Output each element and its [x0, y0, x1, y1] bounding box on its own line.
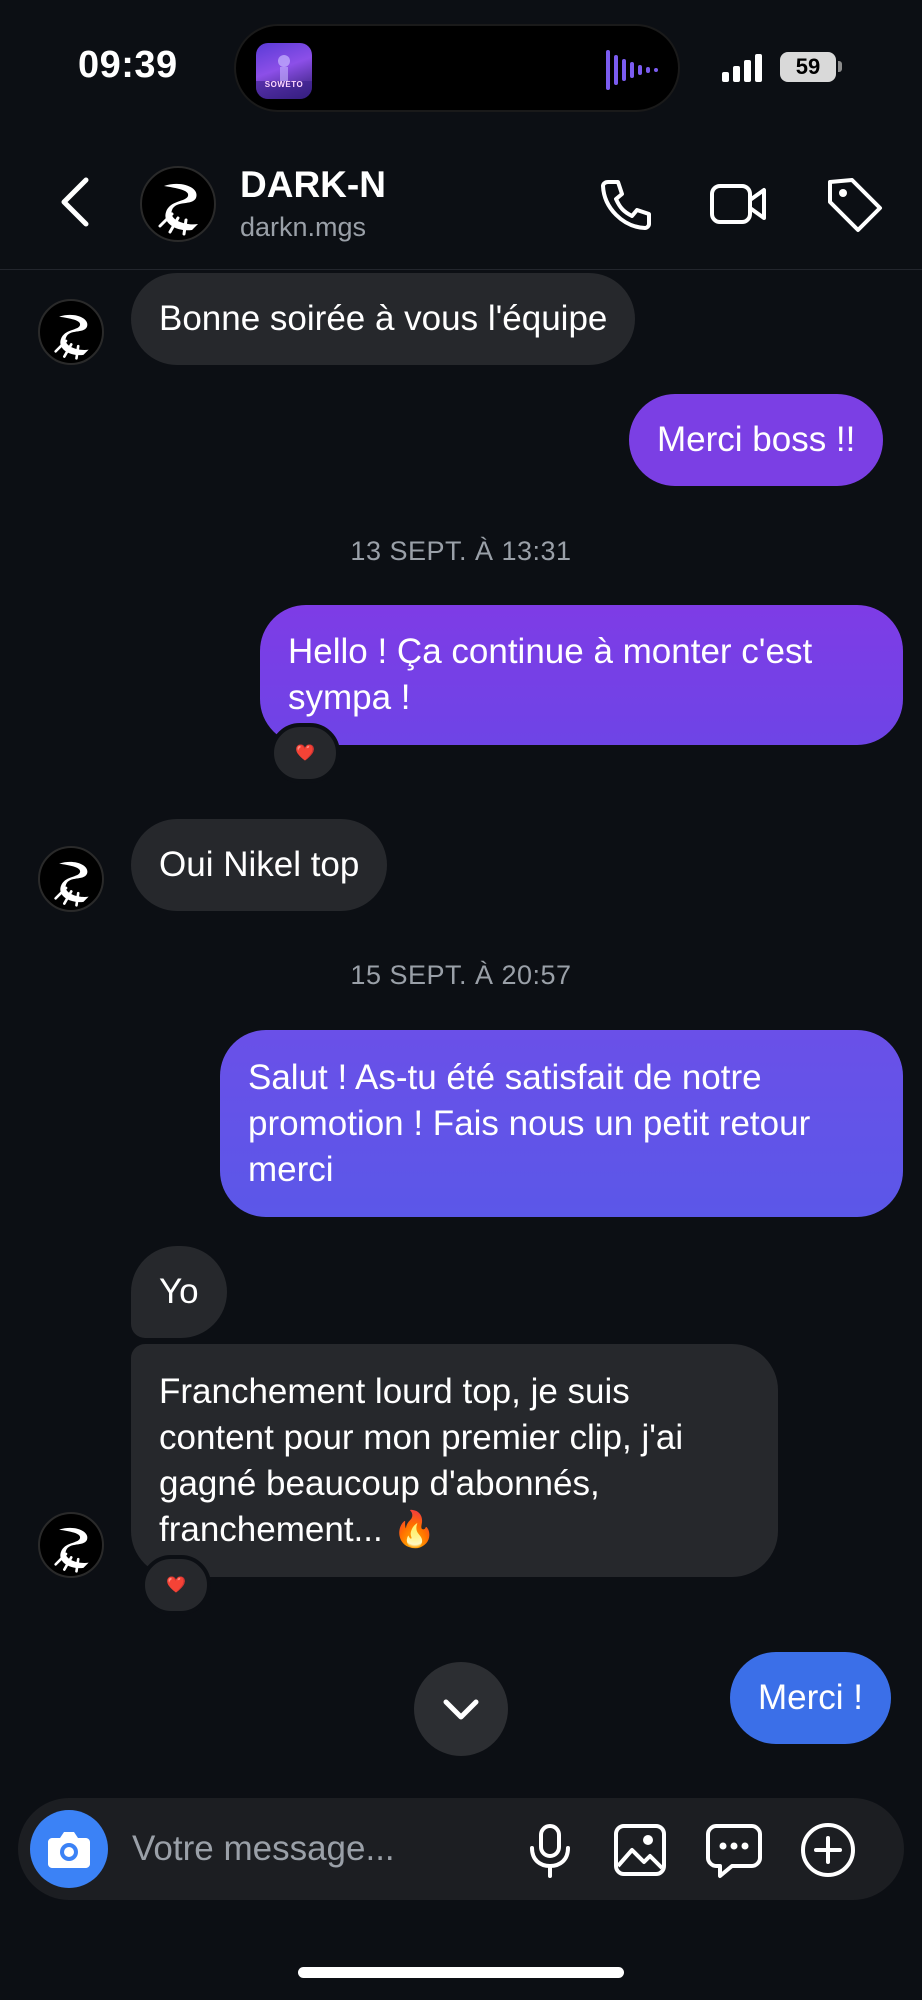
video-camera-icon[interactable]: [706, 172, 770, 236]
home-indicator[interactable]: [298, 1967, 624, 1978]
battery-indicator: 59: [780, 52, 836, 82]
incoming-message[interactable]: Bonne soirée à vous l'équipe: [131, 273, 636, 365]
sticker-chat-icon[interactable]: [704, 1820, 764, 1880]
incoming-message[interactable]: Yo: [131, 1246, 227, 1338]
sender-avatar[interactable]: [38, 1512, 104, 1578]
scorpion-logo-icon: [54, 861, 89, 907]
outgoing-message[interactable]: Hello ! Ça continue à monter c'est sympa…: [260, 605, 903, 745]
artwork-text: SOWETO: [264, 80, 304, 89]
battery-nub: [838, 61, 842, 72]
scorpion-logo-icon: [158, 183, 198, 236]
outgoing-message[interactable]: Merci !: [730, 1652, 891, 1744]
back-arrow-icon[interactable]: [52, 172, 102, 232]
tag-icon[interactable]: [822, 172, 886, 236]
scroll-to-bottom-button[interactable]: [414, 1662, 508, 1756]
screen: 09:39 SOWETO 59 DARK-N darkn.mgs Bonne s…: [0, 0, 922, 2000]
timestamp: 13 SEPT. À 13:31: [350, 536, 572, 566]
status-time: 09:39: [78, 44, 178, 86]
conversation-header: DARK-N darkn.mgs: [0, 150, 922, 270]
microphone-icon[interactable]: [520, 1820, 580, 1880]
chevron-down-icon: [443, 1699, 479, 1720]
dynamic-island[interactable]: SOWETO: [234, 24, 680, 112]
scorpion-logo-icon: [54, 314, 89, 360]
outgoing-message[interactable]: Salut ! As-tu été satisfait de notre pro…: [220, 1030, 903, 1217]
contact-avatar[interactable]: [140, 166, 216, 242]
contact-handle[interactable]: darkn.mgs: [240, 212, 366, 243]
sender-avatar[interactable]: [38, 846, 104, 912]
incoming-message[interactable]: Franchement lourd top, je suis content p…: [131, 1344, 778, 1577]
message-input[interactable]: [132, 1818, 432, 1880]
image-icon[interactable]: [610, 1820, 670, 1880]
contact-name[interactable]: DARK-N: [240, 164, 386, 206]
heart-reaction[interactable]: ❤️: [141, 1555, 211, 1615]
camera-icon: [48, 1832, 90, 1868]
sender-avatar[interactable]: [38, 299, 104, 365]
now-playing-artwork[interactable]: SOWETO: [256, 43, 312, 99]
camera-button[interactable]: [30, 1810, 108, 1888]
incoming-message[interactable]: Oui Nikel top: [131, 819, 388, 911]
cellular-signal-icon: [722, 52, 762, 82]
phone-icon[interactable]: [594, 172, 658, 236]
heart-reaction[interactable]: ❤️: [270, 723, 340, 783]
artwork-figure-icon: [256, 55, 312, 99]
outgoing-message[interactable]: Merci boss !!: [629, 394, 884, 486]
message-list[interactable]: Bonne soirée à vous l'équipe Merci boss …: [0, 271, 922, 1771]
timestamp: 15 SEPT. À 20:57: [350, 960, 572, 990]
message-composer: [18, 1798, 904, 1900]
audio-waveform-icon: [606, 50, 658, 90]
plus-circle-icon[interactable]: [798, 1820, 858, 1880]
scorpion-logo-icon: [54, 1527, 89, 1573]
